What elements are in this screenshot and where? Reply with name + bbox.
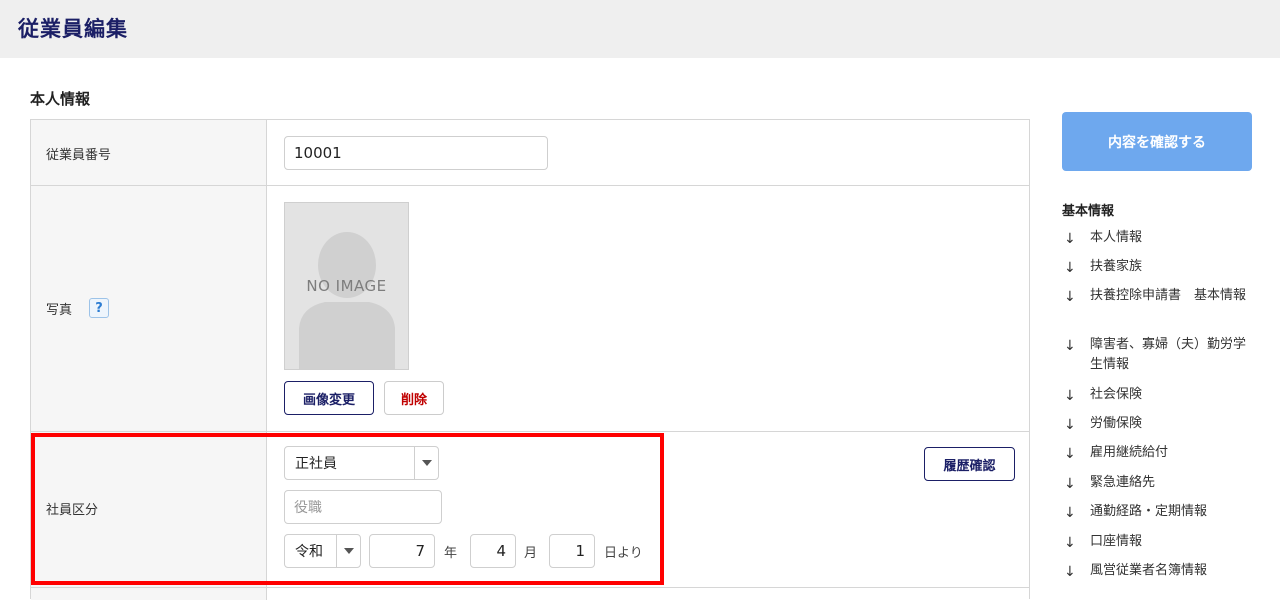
nav-item-koyo-keizoku[interactable]: ↓ 雇用継続給付 — [1064, 443, 1254, 463]
arrow-down-icon: ↓ — [1064, 338, 1076, 354]
section-title: 本人情報 — [30, 90, 91, 108]
arrow-down-icon: ↓ — [1064, 417, 1076, 433]
arrow-down-icon: ↓ — [1064, 505, 1076, 521]
nav-item-fuyo-kazoku[interactable]: ↓ 扶養家族 — [1064, 257, 1254, 277]
row-photo: 写真 ? NO IMAGE 画像変更 削除 — [31, 186, 1029, 432]
row-employee-number: 従業員番号 10001 — [31, 120, 1029, 186]
no-image-text: NO IMAGE — [306, 277, 387, 295]
nav-item-shakai-hoken[interactable]: ↓ 社会保険 — [1064, 385, 1254, 405]
employee-number-label: 従業員番号 — [46, 148, 112, 163]
next-row-stub — [31, 588, 267, 600]
confirm-button[interactable]: 内容を確認する — [1062, 112, 1252, 171]
arrow-down-icon: ↓ — [1064, 564, 1076, 580]
arrow-down-icon: ↓ — [1064, 446, 1076, 462]
change-image-button[interactable]: 画像変更 — [284, 381, 374, 415]
delete-image-button[interactable]: 削除 — [384, 381, 444, 415]
employee-number-input[interactable]: 10001 — [284, 136, 548, 170]
arrow-down-icon: ↓ — [1064, 388, 1076, 404]
arrow-down-icon: ↓ — [1064, 476, 1076, 492]
highlight-box — [31, 433, 664, 585]
nav-item-koza[interactable]: ↓ 口座情報 — [1064, 532, 1254, 552]
page-header: 従業員編集 — [0, 0, 1280, 58]
arrow-down-icon: ↓ — [1064, 535, 1076, 551]
nav-item-fuei-meibo[interactable]: ↓ 風営従業者名簿情報 — [1064, 561, 1254, 581]
nav-item-tsukin-keiro[interactable]: ↓ 通勤経路・定期情報 — [1064, 502, 1254, 522]
history-check-button[interactable]: 履歴確認 — [924, 447, 1015, 481]
arrow-down-icon: ↓ — [1064, 289, 1076, 305]
arrow-down-icon: ↓ — [1064, 231, 1076, 247]
nav-item-kinkyu-renrakusaki[interactable]: ↓ 緊急連絡先 — [1064, 473, 1254, 493]
help-icon[interactable]: ? — [89, 298, 109, 318]
nav-title: 基本情報 — [1062, 204, 1115, 219]
photo-label: 写真 — [46, 303, 73, 318]
nav-item-fuyo-kojo[interactable]: ↓ 扶養控除申請書 基本情報 — [1064, 286, 1254, 306]
nav-item-shogaisha[interactable]: ↓ 障害者、寡婦（夫）勤労学生情報 — [1064, 335, 1254, 375]
nav-item-honnin[interactable]: ↓ 本人情報 — [1064, 228, 1254, 248]
arrow-down-icon: ↓ — [1064, 260, 1076, 276]
page-title: 従業員編集 — [18, 17, 128, 41]
nav-item-rodo-hoken[interactable]: ↓ 労働保険 — [1064, 414, 1254, 434]
photo-placeholder: NO IMAGE — [284, 202, 409, 370]
